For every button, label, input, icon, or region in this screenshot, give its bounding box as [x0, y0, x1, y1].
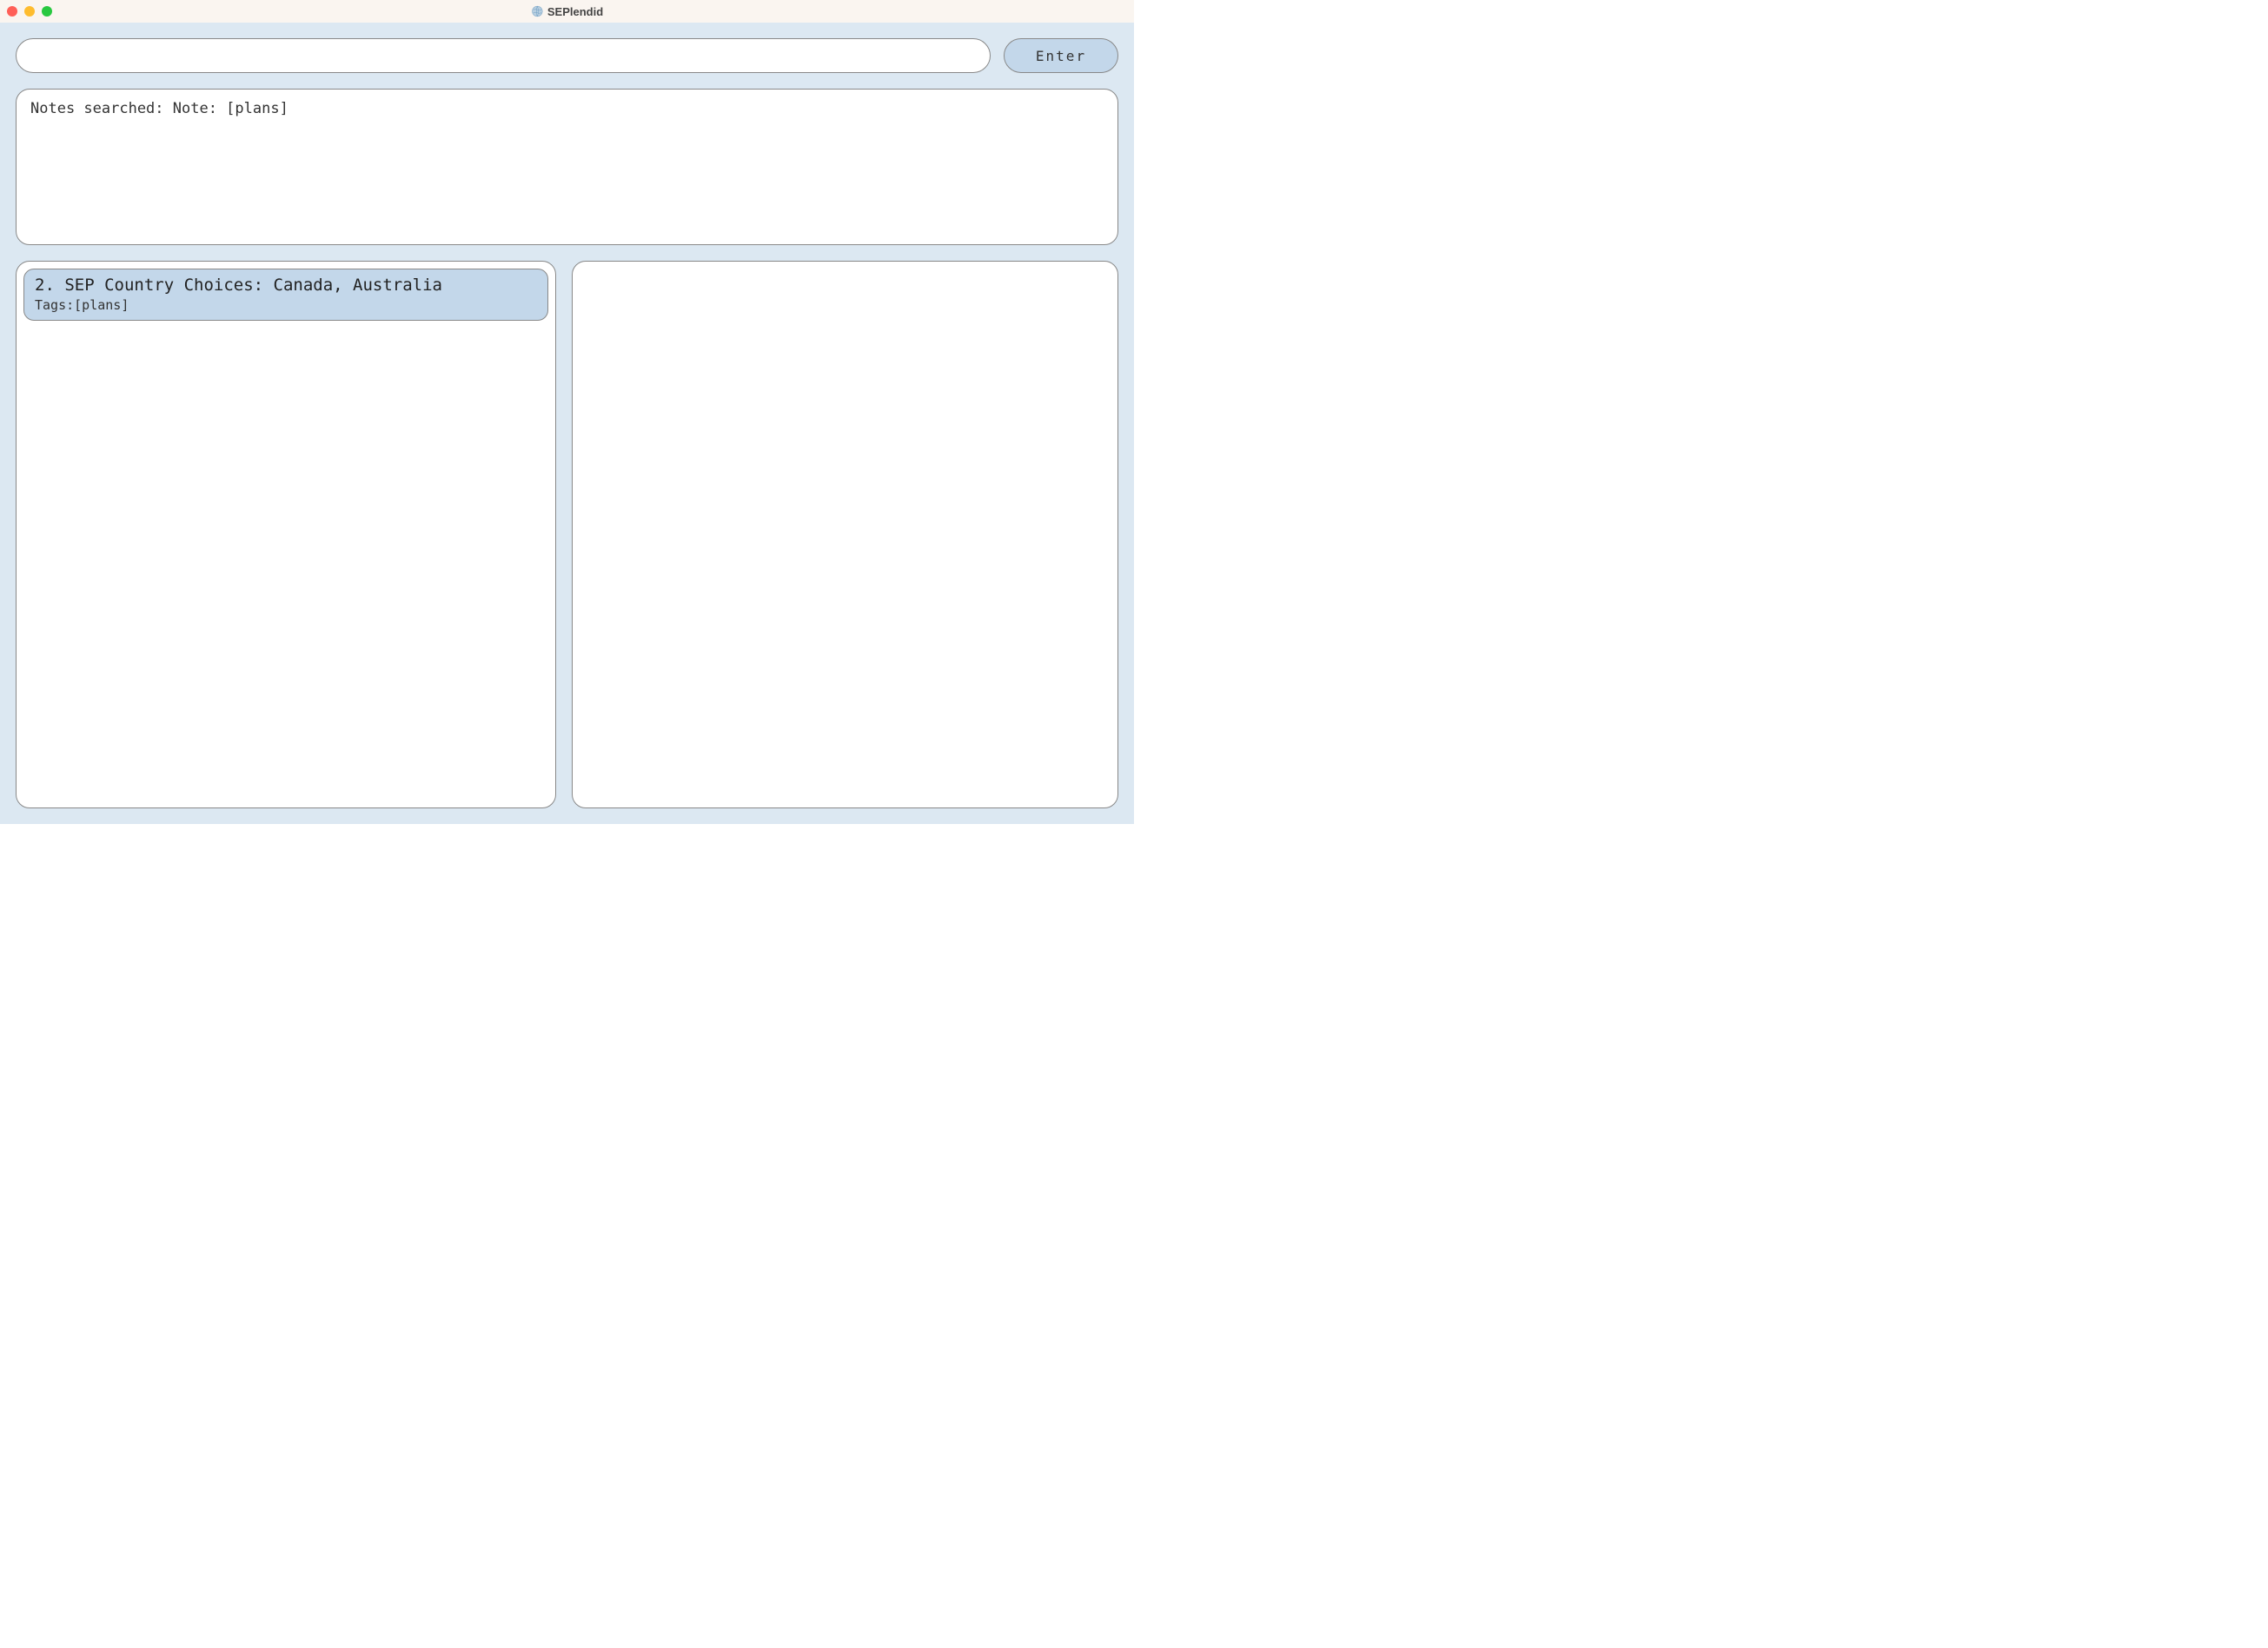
note-card[interactable]: 2. SEP Country Choices: Canada, Australi… [23, 269, 548, 321]
input-row: Enter [16, 38, 1118, 73]
bottom-row: 2. SEP Country Choices: Canada, Australi… [16, 261, 1118, 808]
enter-button[interactable]: Enter [1004, 38, 1118, 73]
note-tags: Tags:[plans] [35, 297, 537, 313]
globe-icon [531, 5, 543, 17]
titlebar: SEPlendid [0, 0, 1134, 23]
traffic-lights [7, 6, 52, 17]
minimize-icon[interactable] [24, 6, 35, 17]
status-panel: Notes searched: Note: [plans] [16, 89, 1118, 245]
maximize-icon[interactable] [42, 6, 52, 17]
detail-panel [572, 261, 1119, 808]
notes-list-panel[interactable]: 2. SEP Country Choices: Canada, Australi… [16, 261, 556, 808]
window-title-container: SEPlendid [531, 5, 603, 18]
window-title: SEPlendid [547, 5, 603, 18]
content-area: Enter Notes searched: Note: [plans] 2. S… [0, 23, 1134, 824]
command-input[interactable] [16, 38, 991, 73]
close-icon[interactable] [7, 6, 17, 17]
status-message: Notes searched: Note: [plans] [30, 100, 288, 117]
app-window: SEPlendid Enter Notes searched: Note: [p… [0, 0, 1134, 824]
note-title: 2. SEP Country Choices: Canada, Australi… [35, 275, 537, 296]
